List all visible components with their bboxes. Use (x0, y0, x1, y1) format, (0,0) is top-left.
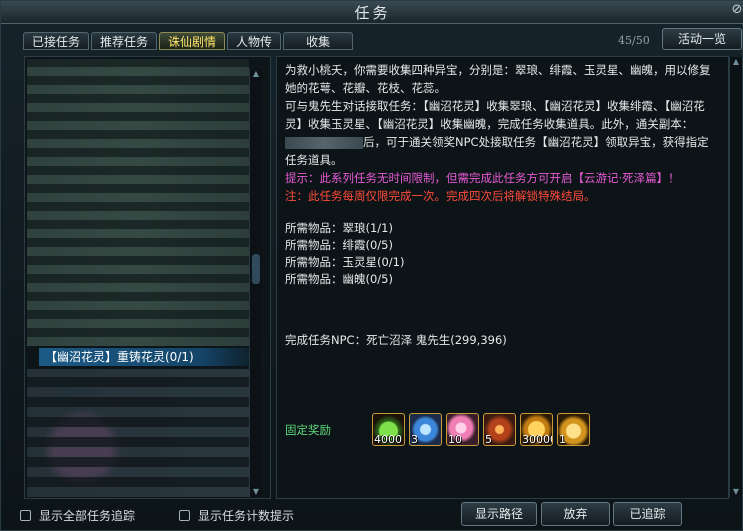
redacted-dungeon-name (285, 136, 363, 149)
activity-list-button[interactable]: 活动一览 (662, 28, 742, 50)
requirement-item: 所需物品：绯霞(0/5) (285, 238, 393, 252)
show-path-button[interactable]: 显示路径 (461, 502, 537, 526)
reward-qty: 5 (485, 433, 492, 446)
gold-ingot-icon[interactable]: 30000 (520, 413, 553, 446)
requirement-item: 所需物品：玉灵星(0/1) (285, 255, 405, 269)
pink-petal-icon[interactable]: 10 (446, 413, 479, 446)
blue-orb-icon[interactable]: 3 (409, 413, 442, 446)
quest-list: 【幽沼花灵】重铸花灵(0/1) (24, 56, 271, 499)
reward-qty: 1 (559, 433, 566, 446)
green-gourd-icon[interactable]: 4000 (372, 413, 405, 446)
reward-qty: 3 (411, 433, 418, 446)
show-count-hint-checkbox[interactable]: 显示任务计数提示 (179, 507, 294, 524)
close-icon[interactable]: ⊘ (730, 2, 743, 18)
tab-recommended[interactable]: 推荐任务 (91, 32, 158, 50)
tracked-button[interactable]: 已追踪 (613, 502, 682, 526)
tab-biography[interactable]: 人物传 (227, 32, 282, 50)
requirement-item: 所需物品：翠琅(1/1) (285, 221, 393, 235)
fire-emblem-icon[interactable]: 5 (483, 413, 516, 446)
complete-npc: 完成任务NPC：死亡沼泽 鬼先生(299,396) (285, 333, 507, 347)
reward-qty: 10 (448, 433, 462, 446)
reward-list: 4000 3 10 5 30000 1 (372, 413, 590, 446)
scroll-up-icon[interactable]: ▲ (731, 57, 741, 67)
checkbox-box[interactable] (20, 510, 31, 521)
blurred-list-content (27, 59, 249, 346)
requirements-list: 所需物品：翠琅(1/1) 所需物品：绯霞(0/5) 所需物品：玉灵星(0/1) … (285, 220, 404, 288)
reward-qty: 4000 (374, 433, 402, 446)
quest-list-scrollbar[interactable]: ▲ ▼ (249, 69, 262, 497)
desc-line-2: 可与鬼先生对话接取任务：【幽沼花灵】收集翠琅、【幽沼花灵】收集绯霞、【幽沼花灵】… (285, 97, 717, 169)
quest-detail-panel: 为救小桃夭，你需要收集四种异宝，分别是：翠琅、绯霞、玉灵星、幽魄，用以修复她的花… (276, 56, 729, 499)
list-item-selected[interactable]: 【幽沼花灵】重铸花灵(0/1) (39, 348, 268, 366)
show-all-tracking-checkbox[interactable]: 显示全部任务追踪 (20, 507, 135, 524)
tip-red: 注：此任务每周仅限完成一次。完成四次后将解锁特殊结局。 (285, 189, 596, 203)
abandon-button[interactable]: 放弃 (541, 502, 610, 526)
window-title: 任务 (354, 4, 391, 22)
checkbox-box[interactable] (179, 510, 190, 521)
tab-accepted[interactable]: 已接任务 (23, 32, 90, 50)
checkbox-label: 显示全部任务追踪 (39, 509, 136, 523)
blurred-list-content-lower (27, 369, 249, 497)
tab-collect[interactable]: 收集 (283, 32, 354, 50)
desc-line-2a: 可与鬼先生对话接取任务：【幽沼花灵】收集翠琅、【幽沼花灵】收集绯霞、【幽沼花灵】… (285, 99, 705, 131)
requirement-item: 所需物品：幽魄(0/5) (285, 272, 393, 286)
quest-description: 为救小桃夭，你需要收集四种异宝，分别是：翠琅、绯霞、玉灵星、幽魄，用以修复她的花… (285, 61, 717, 205)
scroll-down-icon[interactable]: ▼ (251, 487, 261, 497)
reward-qty: 30000 (522, 433, 552, 446)
tab-bar: 已接任务 推荐任务 诛仙剧情 人物传 收集 (23, 32, 354, 50)
reward-label: 固定奖励 (285, 423, 331, 437)
tip-purple: 提示：此系列任务无时间限制，但需完成此任务方可开启【云游记·死泽篇】！ (285, 171, 680, 185)
scroll-down-icon[interactable]: ▼ (731, 487, 741, 497)
gold-fan-icon[interactable]: 1 (557, 413, 590, 446)
scroll-thumb[interactable] (252, 254, 260, 284)
quest-window: 任务 ⊘ 已接任务 推荐任务 诛仙剧情 人物传 收集 45/50 活动一览 【幽… (0, 0, 743, 531)
tab-story[interactable]: 诛仙剧情 (159, 32, 226, 50)
detail-scrollbar[interactable]: ▲ ▼ (729, 57, 742, 497)
checkbox-label: 显示任务计数提示 (198, 509, 295, 523)
title-bar[interactable]: 任务 ⊘ (1, 1, 743, 24)
quest-counter: 45/50 (618, 34, 650, 47)
scroll-up-icon[interactable]: ▲ (251, 69, 261, 79)
desc-line-1: 为救小桃夭，你需要收集四种异宝，分别是：翠琅、绯霞、玉灵星、幽魄，用以修复她的花… (285, 63, 711, 95)
